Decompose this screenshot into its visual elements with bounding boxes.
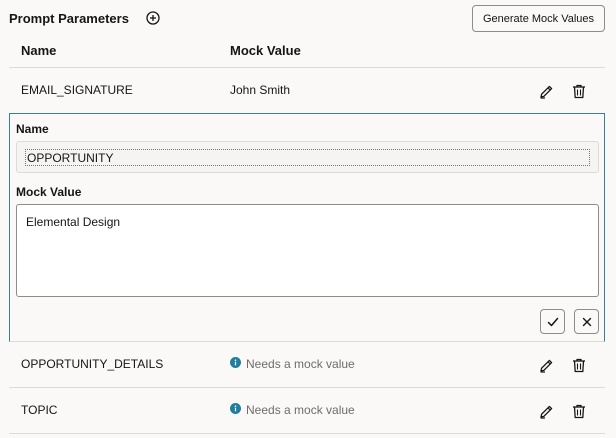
needs-value-text: Needs a mock value [246, 357, 355, 371]
table-row: TOPIC Needs a mock value [9, 388, 605, 434]
edit-button[interactable] [536, 81, 556, 101]
close-icon [582, 317, 591, 326]
add-parameter-button[interactable] [145, 10, 161, 26]
mock-value-textarea[interactable]: Elemental Design [16, 204, 599, 297]
info-icon [230, 402, 241, 414]
prompt-parameters-panel: Prompt Parameters Generate Mock Values N… [0, 0, 616, 438]
column-header-name: Name [21, 43, 57, 58]
parameter-mock-value: John Smith [230, 83, 291, 97]
info-icon [230, 356, 241, 368]
plus-circle-icon [146, 11, 160, 25]
name-field [16, 141, 599, 173]
delete-button[interactable] [569, 401, 589, 421]
panel-title: Prompt Parameters [9, 11, 129, 26]
trash-icon [573, 404, 585, 418]
parameter-name: TOPIC [21, 403, 58, 417]
parameter-name: EMAIL_SIGNATURE [21, 83, 133, 97]
column-header-mock-value: Mock Value [230, 43, 301, 58]
parameter-mock-value-warning: Needs a mock value [230, 402, 355, 417]
pencil-icon [539, 405, 552, 419]
trash-icon [573, 358, 585, 372]
trash-icon [573, 84, 585, 98]
table-row: EMAIL_SIGNATURE John Smith [9, 68, 605, 114]
pencil-icon [539, 359, 552, 373]
generate-mock-values-button[interactable]: Generate Mock Values [472, 5, 605, 32]
confirm-button[interactable] [540, 309, 565, 334]
table-row: OPPORTUNITY_DETAILS Needs a mock value [9, 342, 605, 388]
pencil-icon [539, 85, 552, 99]
mock-value-field-label: Mock Value [16, 185, 82, 199]
name-field-label: Name [16, 122, 49, 136]
edit-button[interactable] [536, 401, 556, 421]
parameter-name: OPPORTUNITY_DETAILS [21, 357, 164, 371]
edit-button[interactable] [536, 355, 556, 375]
cancel-button[interactable] [574, 309, 599, 334]
needs-value-text: Needs a mock value [246, 403, 355, 417]
table-header: Name Mock Value [9, 36, 605, 68]
parameter-mock-value-warning: Needs a mock value [230, 356, 355, 371]
panel-header: Prompt Parameters Generate Mock Values [0, 0, 616, 36]
delete-button[interactable] [569, 355, 589, 375]
checkmark-icon [547, 317, 558, 326]
parameter-edit-panel: Name Mock Value Elemental Design [9, 113, 605, 342]
name-input[interactable] [25, 149, 590, 166]
delete-button[interactable] [569, 81, 589, 101]
